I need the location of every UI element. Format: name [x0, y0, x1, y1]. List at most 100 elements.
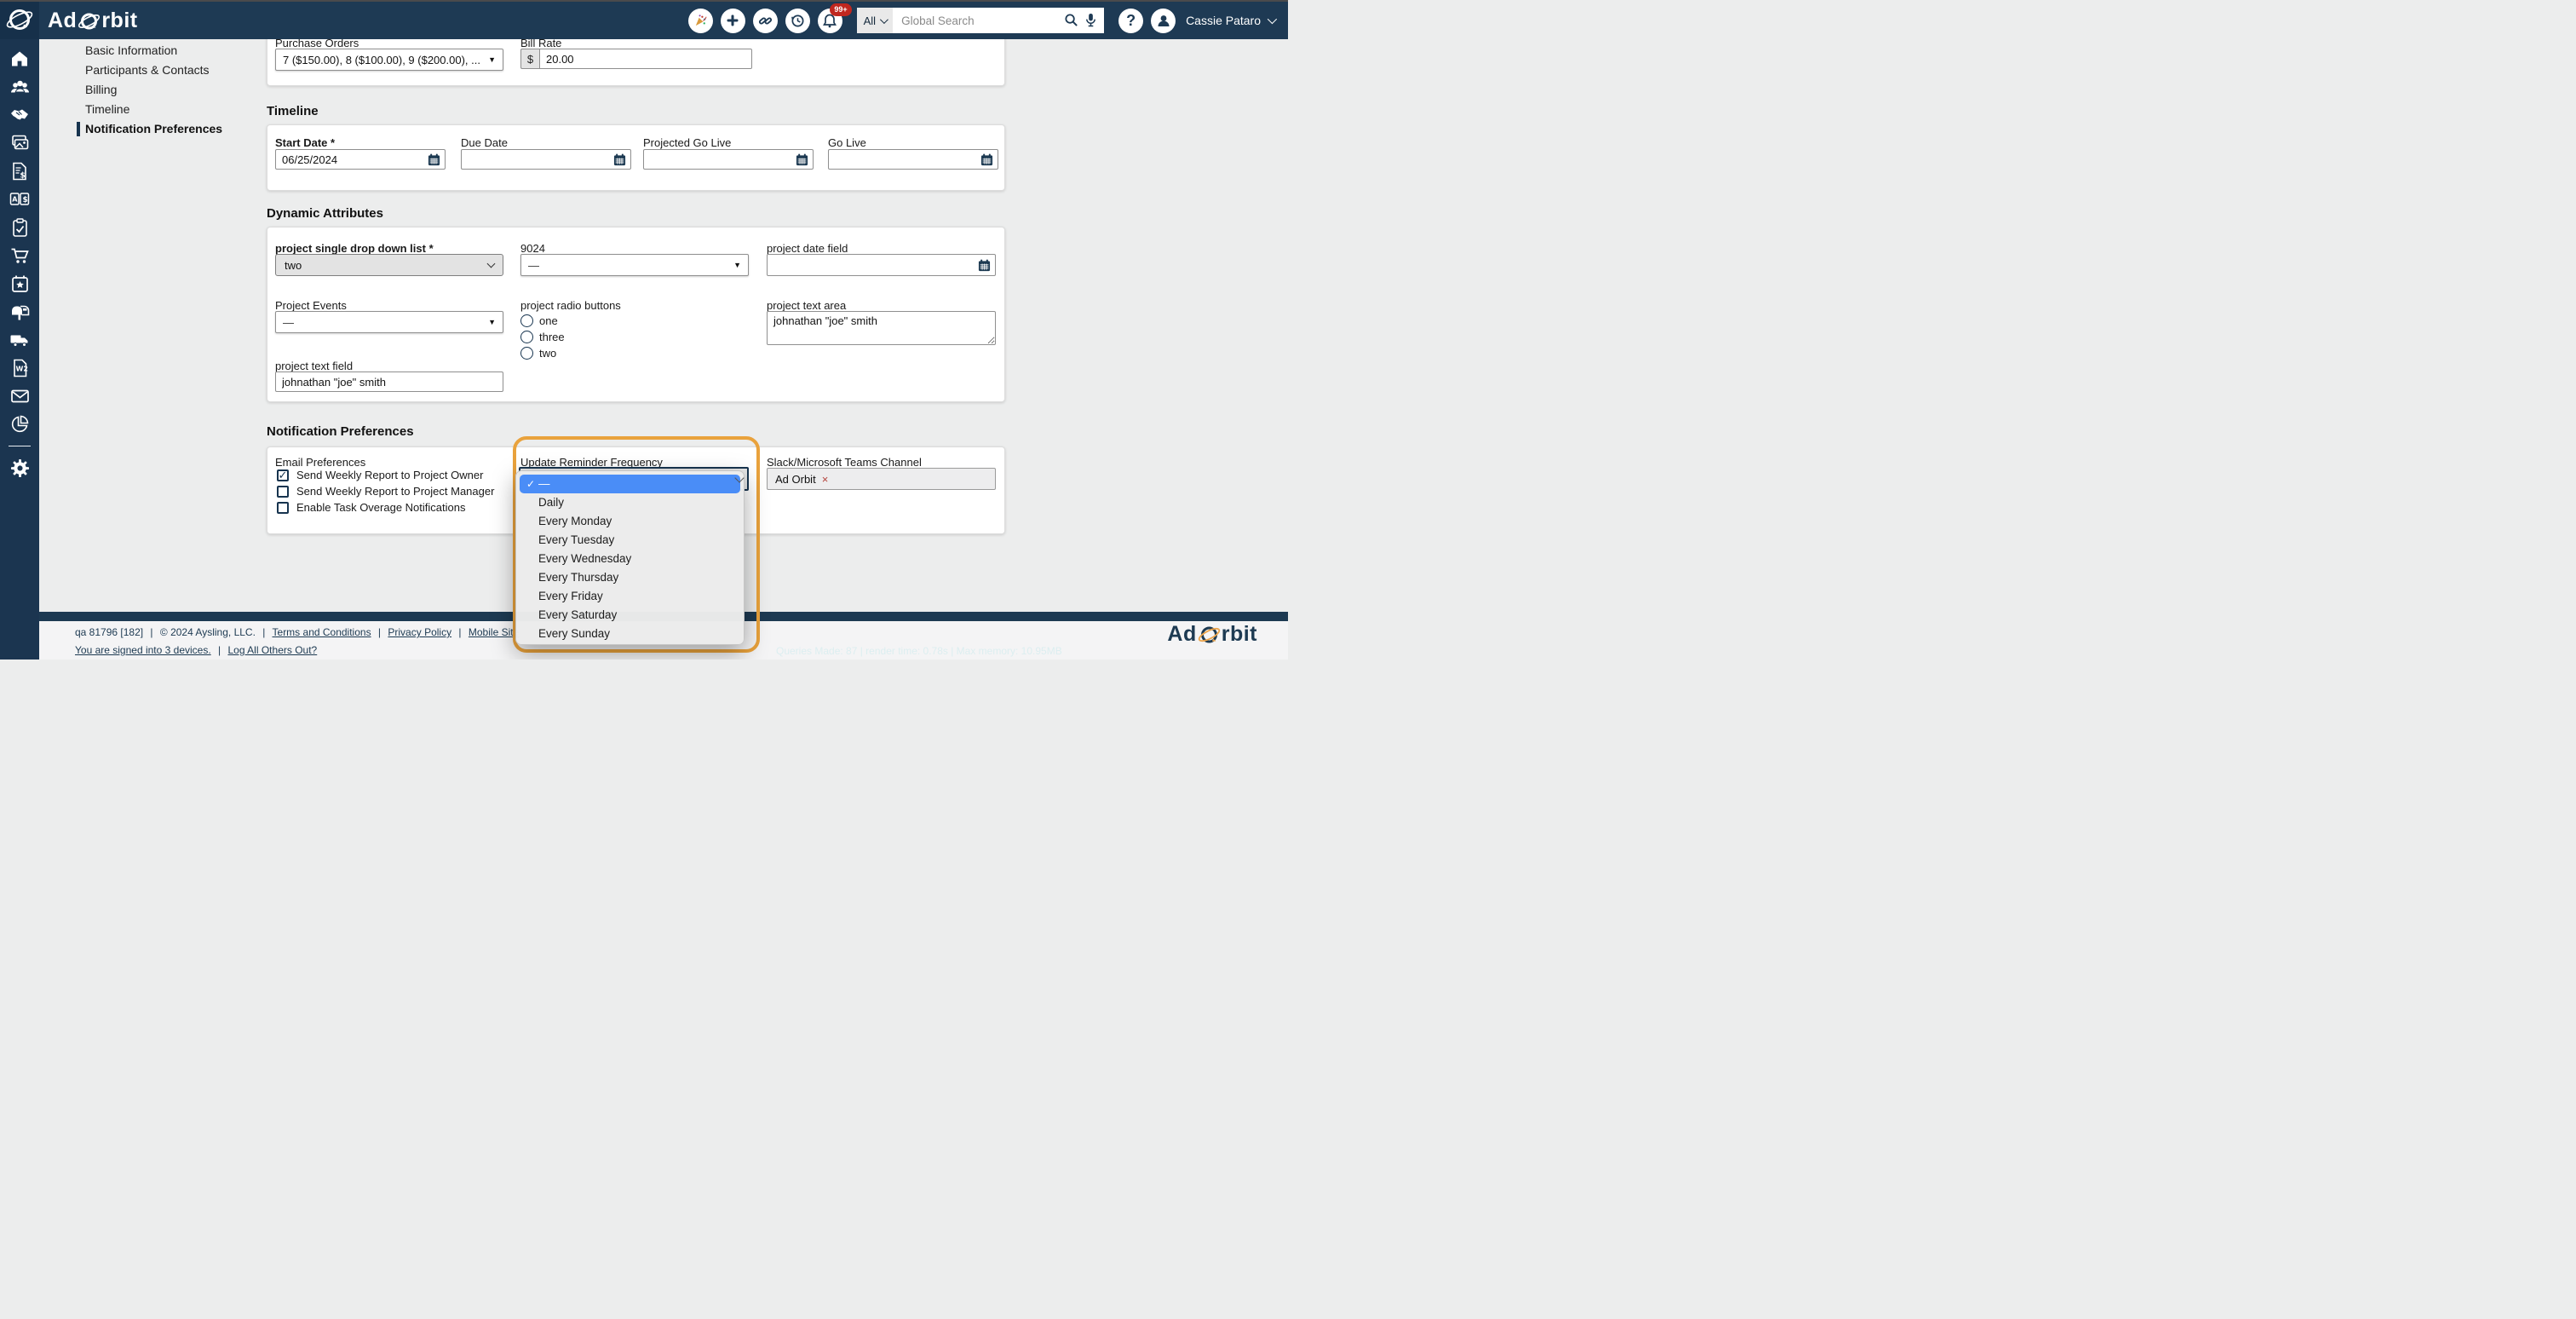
notifications-button[interactable]: 99+: [817, 3, 852, 33]
rail-item-orders[interactable]: [9, 246, 31, 265]
checkbox-unchecked-icon[interactable]: [277, 485, 289, 498]
start-date-input[interactable]: [275, 149, 446, 170]
frequency-option-every-thursday[interactable]: Every Thursday: [520, 568, 740, 587]
frequency-option-every-monday[interactable]: Every Monday: [520, 512, 740, 531]
window-edge: [0, 0, 1288, 2]
search-scope-select[interactable]: All: [856, 8, 894, 33]
user-avatar[interactable]: [1151, 8, 1176, 33]
notification-count-badge: 99+: [830, 3, 852, 16]
signed-in-devices-link[interactable]: You are signed into 3 devices.: [75, 644, 211, 656]
rail-logo[interactable]: [0, 0, 39, 39]
brand-logo[interactable]: Ad rbit: [48, 9, 138, 33]
project-text-area-label: project text area: [767, 299, 847, 312]
privacy-link[interactable]: Privacy Policy: [388, 626, 451, 638]
due-date-input[interactable]: [461, 149, 631, 170]
calendar-icon[interactable]: [428, 153, 440, 170]
radio-option-one[interactable]: one: [520, 314, 558, 327]
calendar-icon[interactable]: [980, 153, 993, 170]
planet-orbit-icon: [6, 9, 33, 30]
radio-icon[interactable]: [520, 314, 533, 327]
email-preferences-label: Email Preferences: [275, 456, 366, 469]
search-icon[interactable]: [1064, 13, 1078, 27]
rail-item-accounting[interactable]: A $: [9, 190, 31, 209]
rail-item-tasks[interactable]: [9, 218, 31, 237]
subnav-item-billing[interactable]: Billing: [85, 80, 264, 100]
subnav-item-notification-preferences[interactable]: Notification Preferences: [77, 119, 264, 139]
user-menu[interactable]: Cassie Pataro: [1186, 14, 1278, 27]
links-button[interactable]: [752, 8, 778, 33]
gear-icon: [10, 458, 29, 477]
go-live-input[interactable]: [828, 149, 998, 170]
rail-item-home[interactable]: [9, 49, 31, 68]
attr-9024-select[interactable]: — ▼: [520, 254, 749, 276]
dropdown-arrow-icon: ▼: [488, 55, 496, 64]
dropdown-arrow-icon: ▼: [733, 261, 741, 269]
quick-add-button[interactable]: [720, 8, 745, 33]
slack-teams-channel-label: Slack/Microsoft Teams Channel: [767, 456, 922, 469]
calendar-icon[interactable]: [978, 259, 991, 276]
calendar-icon[interactable]: [796, 153, 808, 170]
calendar-icon[interactable]: [613, 153, 626, 170]
purchase-orders-select[interactable]: 7 ($150.00), 8 ($100.00), 9 ($200.00), .…: [275, 49, 503, 71]
single-dropdown-select[interactable]: two: [275, 254, 503, 276]
terms-link[interactable]: Terms and Conditions: [273, 626, 371, 638]
checkbox-checked-icon[interactable]: ✓: [277, 469, 289, 481]
top-navbar: Ad rbit 99+ All Global Search ? Cassie P…: [0, 2, 1288, 39]
project-text-input[interactable]: [275, 372, 503, 392]
rail-item-mailbox[interactable]: [9, 302, 31, 321]
frequency-option-every-tuesday[interactable]: Every Tuesday: [520, 531, 740, 550]
rail-item-events[interactable]: [9, 274, 31, 293]
footer-session-line: You are signed into 3 devices. | Log All…: [75, 644, 318, 656]
mobile-site-link[interactable]: Mobile Site: [469, 626, 519, 638]
log-others-out-link[interactable]: Log All Others Out?: [227, 644, 317, 656]
rail-item-delivery[interactable]: [9, 331, 31, 349]
radio-option-three[interactable]: three: [520, 331, 565, 343]
project-events-select[interactable]: — ▼: [275, 311, 503, 333]
envelope-icon: [10, 389, 29, 403]
subnav-item-participants-contacts[interactable]: Participants & Contacts: [85, 60, 264, 80]
currency-prefix: $: [520, 49, 539, 69]
rail-item-invoices[interactable]: $: [9, 162, 31, 181]
footer-meta-line: qa 81796 [182] | © 2024 Aysling, LLC. | …: [75, 626, 520, 638]
history-button[interactable]: [785, 8, 810, 33]
svg-text:$: $: [23, 196, 28, 204]
radio-icon[interactable]: [520, 331, 533, 343]
frequency-option-every-sunday[interactable]: Every Sunday: [520, 625, 740, 643]
person-icon: [1158, 15, 1170, 26]
project-subnav: Basic Information Participants & Contact…: [77, 41, 264, 139]
project-text-area-input[interactable]: johnathan "joe" smith: [767, 311, 996, 345]
celebration-button[interactable]: [687, 8, 713, 33]
ledger-book-icon: A $: [9, 193, 30, 205]
checkbox-task-overage[interactable]: Enable Task Overage Notifications: [277, 501, 465, 514]
rail-item-contacts[interactable]: [9, 78, 31, 96]
frequency-option-every-saturday[interactable]: Every Saturday: [520, 606, 740, 625]
plus-icon: [727, 14, 739, 26]
frequency-option-every-wednesday[interactable]: Every Wednesday: [520, 550, 740, 568]
subnav-item-timeline[interactable]: Timeline: [85, 100, 264, 119]
checkbox-unchecked-icon[interactable]: [277, 501, 289, 514]
rail-item-reports[interactable]: [9, 415, 31, 434]
radio-option-two[interactable]: two: [520, 347, 556, 360]
slack-teams-channel-field[interactable]: Ad Orbit ×: [767, 468, 996, 490]
microphone-icon[interactable]: [1084, 13, 1097, 27]
project-date-input[interactable]: [767, 254, 996, 276]
remove-tag-icon[interactable]: ×: [822, 473, 829, 486]
frequency-option-daily[interactable]: Daily: [520, 493, 740, 512]
projected-go-live-input[interactable]: [643, 149, 814, 170]
rail-item-tax-forms[interactable]: W2: [9, 359, 31, 377]
subnav-item-basic-information[interactable]: Basic Information: [85, 41, 264, 60]
rail-item-email[interactable]: [9, 387, 31, 406]
rail-item-settings[interactable]: [9, 458, 31, 477]
rail-item-media[interactable]: [9, 134, 31, 153]
radio-icon[interactable]: [520, 347, 533, 360]
question-mark-icon: ?: [1126, 11, 1136, 29]
help-button[interactable]: ?: [1118, 8, 1144, 33]
dropdown-arrow-icon: ▼: [488, 318, 496, 326]
frequency-option-none[interactable]: ✓ —: [520, 474, 740, 493]
frequency-option-every-friday[interactable]: Every Friday: [520, 587, 740, 606]
bill-rate-input[interactable]: [539, 49, 752, 69]
images-icon: [11, 135, 28, 150]
checkbox-weekly-report-owner[interactable]: ✓ Send Weekly Report to Project Owner: [277, 469, 483, 481]
rail-item-partners[interactable]: [9, 106, 31, 124]
checkbox-weekly-report-manager[interactable]: Send Weekly Report to Project Manager: [277, 485, 494, 498]
